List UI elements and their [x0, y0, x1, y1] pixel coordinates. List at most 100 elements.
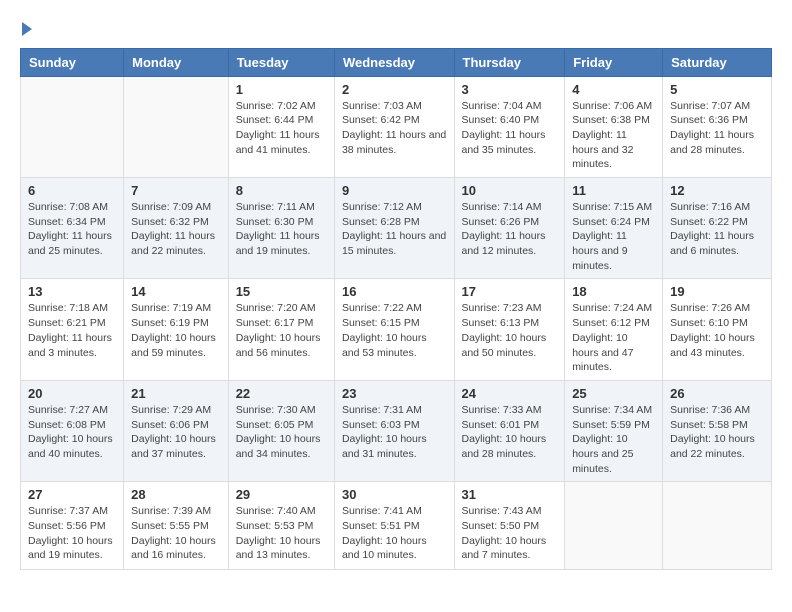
day-number: 2: [342, 82, 447, 97]
weekday-header-friday: Friday: [565, 48, 663, 76]
day-number: 5: [670, 82, 764, 97]
day-info: Sunrise: 7:31 AM Sunset: 6:03 PM Dayligh…: [342, 403, 447, 462]
calendar-cell: 28 Sunrise: 7:39 AM Sunset: 5:55 PM Dayli…: [124, 482, 229, 570]
day-info: Sunrise: 7:20 AM Sunset: 6:17 PM Dayligh…: [236, 301, 327, 360]
calendar-cell: [565, 482, 663, 570]
day-info: Sunrise: 7:14 AM Sunset: 6:26 PM Dayligh…: [462, 200, 558, 259]
calendar-cell: 23 Sunrise: 7:31 AM Sunset: 6:03 PM Dayli…: [334, 380, 454, 481]
day-number: 6: [28, 183, 116, 198]
calendar-cell: 16 Sunrise: 7:22 AM Sunset: 6:15 PM Dayli…: [334, 279, 454, 380]
day-number: 3: [462, 82, 558, 97]
day-info: Sunrise: 7:11 AM Sunset: 6:30 PM Dayligh…: [236, 200, 327, 259]
calendar-cell: 17 Sunrise: 7:23 AM Sunset: 6:13 PM Dayli…: [454, 279, 565, 380]
day-number: 4: [572, 82, 655, 97]
day-info: Sunrise: 7:41 AM Sunset: 5:51 PM Dayligh…: [342, 504, 447, 563]
day-number: 21: [131, 386, 221, 401]
day-info: Sunrise: 7:12 AM Sunset: 6:28 PM Dayligh…: [342, 200, 447, 259]
day-number: 26: [670, 386, 764, 401]
day-number: 29: [236, 487, 327, 502]
day-info: Sunrise: 7:37 AM Sunset: 5:56 PM Dayligh…: [28, 504, 116, 563]
day-number: 12: [670, 183, 764, 198]
calendar-cell: 8 Sunrise: 7:11 AM Sunset: 6:30 PM Daylig…: [228, 178, 334, 279]
week-row-2: 6 Sunrise: 7:08 AM Sunset: 6:34 PM Daylig…: [21, 178, 772, 279]
day-number: 22: [236, 386, 327, 401]
day-number: 25: [572, 386, 655, 401]
day-number: 23: [342, 386, 447, 401]
calendar-cell: 12 Sunrise: 7:16 AM Sunset: 6:22 PM Dayli…: [663, 178, 772, 279]
day-info: Sunrise: 7:22 AM Sunset: 6:15 PM Dayligh…: [342, 301, 447, 360]
week-row-3: 13 Sunrise: 7:18 AM Sunset: 6:21 PM Dayli…: [21, 279, 772, 380]
day-number: 17: [462, 284, 558, 299]
logo: [20, 20, 32, 38]
day-info: Sunrise: 7:06 AM Sunset: 6:38 PM Dayligh…: [572, 99, 655, 172]
day-info: Sunrise: 7:15 AM Sunset: 6:24 PM Dayligh…: [572, 200, 655, 273]
day-number: 1: [236, 82, 327, 97]
week-row-1: 1 Sunrise: 7:02 AM Sunset: 6:44 PM Daylig…: [21, 76, 772, 177]
calendar-cell: 9 Sunrise: 7:12 AM Sunset: 6:28 PM Daylig…: [334, 178, 454, 279]
day-number: 14: [131, 284, 221, 299]
day-info: Sunrise: 7:16 AM Sunset: 6:22 PM Dayligh…: [670, 200, 764, 259]
day-info: Sunrise: 7:36 AM Sunset: 5:58 PM Dayligh…: [670, 403, 764, 462]
calendar-cell: 1 Sunrise: 7:02 AM Sunset: 6:44 PM Daylig…: [228, 76, 334, 177]
day-info: Sunrise: 7:09 AM Sunset: 6:32 PM Dayligh…: [131, 200, 221, 259]
weekday-header-row: SundayMondayTuesdayWednesdayThursdayFrid…: [21, 48, 772, 76]
day-info: Sunrise: 7:08 AM Sunset: 6:34 PM Dayligh…: [28, 200, 116, 259]
day-number: 15: [236, 284, 327, 299]
day-info: Sunrise: 7:23 AM Sunset: 6:13 PM Dayligh…: [462, 301, 558, 360]
calendar-cell: 5 Sunrise: 7:07 AM Sunset: 6:36 PM Daylig…: [663, 76, 772, 177]
day-number: 10: [462, 183, 558, 198]
day-number: 11: [572, 183, 655, 198]
day-info: Sunrise: 7:18 AM Sunset: 6:21 PM Dayligh…: [28, 301, 116, 360]
weekday-header-tuesday: Tuesday: [228, 48, 334, 76]
calendar-cell: 4 Sunrise: 7:06 AM Sunset: 6:38 PM Daylig…: [565, 76, 663, 177]
day-info: Sunrise: 7:26 AM Sunset: 6:10 PM Dayligh…: [670, 301, 764, 360]
weekday-header-thursday: Thursday: [454, 48, 565, 76]
day-number: 13: [28, 284, 116, 299]
calendar-cell: 22 Sunrise: 7:30 AM Sunset: 6:05 PM Dayli…: [228, 380, 334, 481]
day-number: 31: [462, 487, 558, 502]
day-number: 16: [342, 284, 447, 299]
day-info: Sunrise: 7:34 AM Sunset: 5:59 PM Dayligh…: [572, 403, 655, 476]
calendar-cell: 19 Sunrise: 7:26 AM Sunset: 6:10 PM Dayli…: [663, 279, 772, 380]
day-number: 30: [342, 487, 447, 502]
day-info: Sunrise: 7:07 AM Sunset: 6:36 PM Dayligh…: [670, 99, 764, 158]
calendar-cell: 21Sunrise: 7:29 AM Sunset: 6:06 PM Dayli…: [124, 380, 229, 481]
day-info: Sunrise: 7:03 AM Sunset: 6:42 PM Dayligh…: [342, 99, 447, 158]
calendar-cell: 24 Sunrise: 7:33 AM Sunset: 6:01 PM Dayli…: [454, 380, 565, 481]
day-number: 24: [462, 386, 558, 401]
day-info: Sunrise: 7:30 AM Sunset: 6:05 PM Dayligh…: [236, 403, 327, 462]
day-info: Sunrise: 7:43 AM Sunset: 5:50 PM Dayligh…: [462, 504, 558, 563]
day-info: Sunrise: 7:33 AM Sunset: 6:01 PM Dayligh…: [462, 403, 558, 462]
day-number: 7: [131, 183, 221, 198]
calendar-cell: 27 Sunrise: 7:37 AM Sunset: 5:56 PM Dayli…: [21, 482, 124, 570]
day-number: 27: [28, 487, 116, 502]
weekday-header-saturday: Saturday: [663, 48, 772, 76]
weekday-header-monday: Monday: [124, 48, 229, 76]
calendar-cell: 2 Sunrise: 7:03 AM Sunset: 6:42 PM Daylig…: [334, 76, 454, 177]
weekday-header-sunday: Sunday: [21, 48, 124, 76]
calendar-cell: 10 Sunrise: 7:14 AM Sunset: 6:26 PM Dayli…: [454, 178, 565, 279]
day-info: Sunrise: 7:24 AM Sunset: 6:12 PM Dayligh…: [572, 301, 655, 374]
week-row-5: 27 Sunrise: 7:37 AM Sunset: 5:56 PM Dayli…: [21, 482, 772, 570]
day-number: 9: [342, 183, 447, 198]
calendar-cell: 20Sunrise: 7:27 AM Sunset: 6:08 PM Dayli…: [21, 380, 124, 481]
calendar-cell: 6 Sunrise: 7:08 AM Sunset: 6:34 PM Daylig…: [21, 178, 124, 279]
day-info: Sunrise: 7:02 AM Sunset: 6:44 PM Dayligh…: [236, 99, 327, 158]
day-number: 28: [131, 487, 221, 502]
calendar-cell: [663, 482, 772, 570]
day-info: Sunrise: 7:39 AM Sunset: 5:55 PM Dayligh…: [131, 504, 221, 563]
day-info: Sunrise: 7:27 AM Sunset: 6:08 PM Dayligh…: [28, 403, 116, 462]
week-row-4: 20Sunrise: 7:27 AM Sunset: 6:08 PM Dayli…: [21, 380, 772, 481]
day-info: Sunrise: 7:04 AM Sunset: 6:40 PM Dayligh…: [462, 99, 558, 158]
day-number: 8: [236, 183, 327, 198]
calendar-cell: 3 Sunrise: 7:04 AM Sunset: 6:40 PM Daylig…: [454, 76, 565, 177]
calendar-cell: 15 Sunrise: 7:20 AM Sunset: 6:17 PM Dayli…: [228, 279, 334, 380]
day-number: 19: [670, 284, 764, 299]
day-number: 18: [572, 284, 655, 299]
calendar-cell: 30 Sunrise: 7:41 AM Sunset: 5:51 PM Dayli…: [334, 482, 454, 570]
calendar-cell: 26 Sunrise: 7:36 AM Sunset: 5:58 PM Dayli…: [663, 380, 772, 481]
calendar-cell: 29 Sunrise: 7:40 AM Sunset: 5:53 PM Dayli…: [228, 482, 334, 570]
day-info: Sunrise: 7:40 AM Sunset: 5:53 PM Dayligh…: [236, 504, 327, 563]
calendar-table: SundayMondayTuesdayWednesdayThursdayFrid…: [20, 48, 772, 571]
calendar-cell: [124, 76, 229, 177]
